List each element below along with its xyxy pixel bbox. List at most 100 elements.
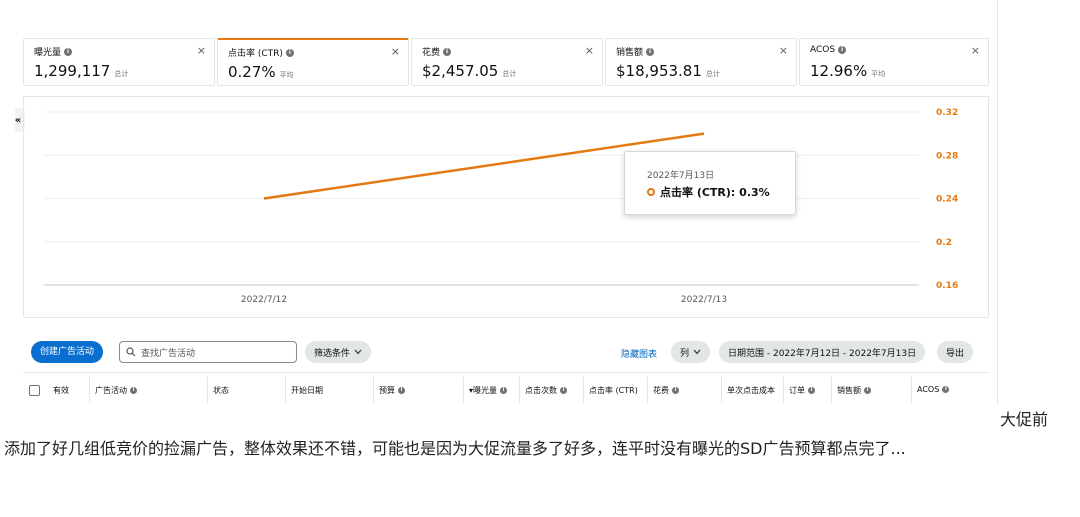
column-separator <box>583 377 584 403</box>
info-icon[interactable]: i <box>443 47 452 56</box>
info-icon[interactable]: i <box>808 387 815 394</box>
ctr-line-chart: 0.32 0.28 0.24 0.2 0.16 2022/7/12 2022/7/13 20… <box>23 96 989 318</box>
close-icon[interactable]: × <box>197 44 206 57</box>
column-header-label: 开始日期 <box>291 386 323 395</box>
metric-agg-label: 平均 <box>871 70 886 78</box>
column-separator <box>373 377 374 403</box>
column-header[interactable]: ACOS i <box>917 385 950 394</box>
column-separator <box>783 377 784 403</box>
info-icon[interactable]: i <box>64 47 73 56</box>
search-input[interactable]: 查找广告活动 <box>119 341 297 363</box>
info-icon[interactable]: i <box>398 387 405 394</box>
column-separator <box>721 377 722 403</box>
hide-chart-link[interactable]: 隐藏图表 <box>621 347 657 360</box>
metric-card-title: 销售额 i <box>616 45 655 58</box>
column-separator <box>285 377 286 403</box>
series-dot-icon <box>647 188 655 196</box>
info-icon[interactable]: i <box>672 387 679 394</box>
campaign-manager-screenshot: « 曝光量 i × 1,299,117 总计 点击率 (CTR) i × 0.27% 平… <box>15 0 998 405</box>
info-icon[interactable]: i <box>285 48 294 57</box>
info-icon[interactable]: i <box>130 387 137 394</box>
metric-card-spend[interactable]: 花费 i × $2,457.05 总计 <box>411 38 603 86</box>
metric-cards: 曝光量 i × 1,299,117 总计 点击率 (CTR) i × 0.27% 平均 … <box>23 38 989 86</box>
column-header[interactable]: 销售额 i <box>837 385 871 396</box>
metric-value-text: 1,299,117 <box>34 62 111 80</box>
close-icon[interactable]: × <box>779 44 788 57</box>
metric-card-title: 曝光量 i <box>34 45 73 58</box>
column-header-label: 花费 <box>653 386 669 395</box>
column-header-label: ▾曝光量 <box>469 386 498 395</box>
campaign-table-header: 有效 广告活动 i 状态 开始日期 预算 i ▾曝光量 i 点击次数 i 点击率 (CTR) 花费 i 单次… <box>23 372 989 405</box>
metric-card-impressions[interactable]: 曝光量 i × 1,299,117 总计 <box>23 38 215 86</box>
metric-agg-label: 总计 <box>705 70 720 78</box>
column-header[interactable]: 花费 i <box>653 385 679 396</box>
metric-value-text: 0.27% <box>228 63 276 81</box>
select-all-checkbox[interactable] <box>29 385 40 396</box>
columns-label: 列 <box>680 348 690 359</box>
close-icon[interactable]: × <box>971 44 980 57</box>
info-icon[interactable]: i <box>838 46 847 54</box>
metric-card-ctr[interactable]: 点击率 (CTR) i × 0.27% 平均 <box>217 38 409 86</box>
tooltip-date: 2022年7月13日 <box>647 171 715 181</box>
info-icon[interactable]: i <box>942 386 950 393</box>
metric-agg-label: 总计 <box>114 70 129 78</box>
metric-value: 1,299,117 总计 <box>34 62 128 80</box>
metric-card-acos[interactable]: ACOS i × 12.96% 平均 <box>799 38 989 86</box>
date-range-button[interactable]: 日期范围 - 2022年7月12日 - 2022年7月13日 <box>719 341 926 363</box>
chevron-down-icon <box>693 349 701 355</box>
column-separator <box>831 377 832 403</box>
metric-card-title: ACOS i <box>810 45 847 55</box>
export-button[interactable]: 导出 <box>937 341 974 363</box>
close-icon[interactable]: × <box>585 44 594 57</box>
info-icon[interactable]: i <box>560 387 567 394</box>
metric-title-text: ACOS <box>810 45 836 55</box>
column-header[interactable]: 点击率 (CTR) <box>589 385 638 396</box>
column-header-label: 有效 <box>53 386 69 395</box>
column-separator <box>647 377 648 403</box>
metric-value-text: $2,457.05 <box>422 62 499 80</box>
column-header[interactable]: 预算 i <box>379 385 405 396</box>
column-header[interactable]: ▾曝光量 i <box>469 385 508 396</box>
metric-agg-label: 总计 <box>502 70 517 78</box>
column-separator <box>911 377 912 403</box>
filter-button[interactable]: 筛选条件 <box>305 341 372 363</box>
y-tick-label: 0.16 <box>936 281 958 291</box>
column-header[interactable]: 广告活动 i <box>95 385 137 396</box>
close-icon[interactable]: × <box>391 45 400 58</box>
column-header[interactable]: 状态 <box>213 385 229 396</box>
column-header-label: 点击次数 <box>525 386 557 395</box>
chart-canvas: 0.32 0.28 0.24 0.2 0.16 2022/7/12 2022/7/13 <box>44 108 958 305</box>
info-icon[interactable]: i <box>500 387 508 394</box>
create-campaign-button[interactable]: 创建广告活动 <box>31 341 104 363</box>
info-icon[interactable]: i <box>646 47 655 56</box>
chart-tooltip: 2022年7月13日 点击率 (CTR): 0.3% <box>624 151 796 215</box>
column-header[interactable]: 订单 i <box>789 385 815 396</box>
y-tick-label: 0.28 <box>936 151 958 161</box>
chevron-down-icon <box>354 349 362 355</box>
column-header[interactable]: 单次点击成本 <box>727 385 775 396</box>
metric-card-title: 点击率 (CTR) i <box>228 46 294 59</box>
metric-card-title: 花费 i <box>422 45 452 58</box>
column-header-label: 订单 <box>789 386 805 395</box>
metric-value: 12.96% 平均 <box>810 62 885 80</box>
tooltip-value: 点击率 (CTR): 0.3% <box>660 186 770 199</box>
column-header-label: 点击率 (CTR) <box>589 386 638 395</box>
metric-title-text: 点击率 (CTR) <box>228 49 283 59</box>
y-tick-label: 0.24 <box>936 195 958 205</box>
metric-title-text: 销售额 <box>616 48 644 58</box>
column-separator <box>463 377 464 403</box>
info-icon[interactable]: i <box>864 387 871 394</box>
column-header[interactable]: 有效 <box>53 385 69 396</box>
columns-button[interactable]: 列 <box>671 341 711 363</box>
x-tick-label: 2022/7/13 <box>681 295 727 305</box>
column-header[interactable]: 点击次数 i <box>525 385 567 396</box>
search-placeholder: 查找广告活动 <box>141 348 196 359</box>
metric-card-sales[interactable]: 销售额 i × $18,953.81 总计 <box>605 38 797 86</box>
column-header-label: 销售额 <box>837 386 861 395</box>
metric-value: 0.27% 平均 <box>228 63 294 81</box>
column-header-label: ACOS <box>917 385 940 394</box>
column-header-label: 预算 <box>379 386 395 395</box>
article-paragraph: 添加了好几组低竞价的捡漏广告，整体效果还不错，可能也是因为大促流量多了好多，连平… <box>4 439 906 458</box>
column-header[interactable]: 开始日期 <box>291 385 323 396</box>
column-separator <box>89 377 90 403</box>
